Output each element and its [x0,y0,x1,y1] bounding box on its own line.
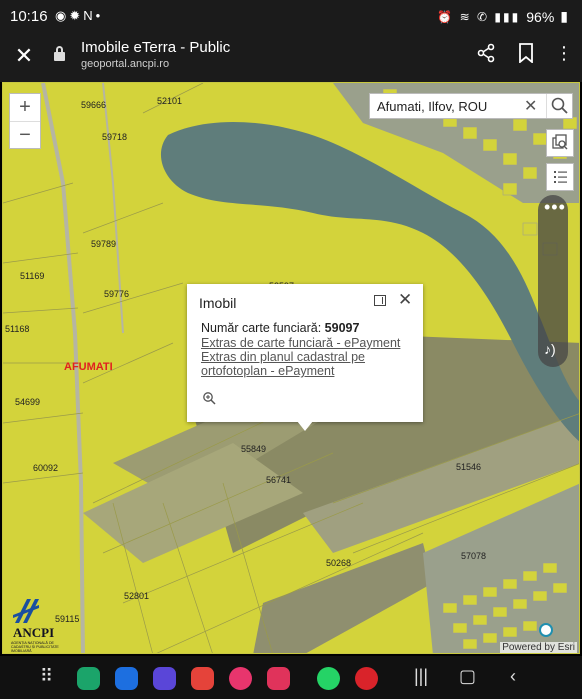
popup-title: Imobil [199,295,237,311]
dock-icon[interactable] [374,295,386,306]
logo-subtext: AGENȚIA NAȚIONALĂ DE CADASTRU ȘI PUBLICI… [11,641,59,653]
parcel-label[interactable]: 51546 [456,462,481,472]
recents-icon[interactable]: ||| [414,666,428,687]
parcel-label[interactable]: 52101 [157,96,182,106]
ancpi-logo: ANCPI AGENȚIA NAȚIONALĂ DE CADASTRU ȘI P… [9,595,71,653]
ancpi-logo-mark [13,599,39,623]
parcel-label[interactable]: 59789 [91,239,116,249]
layer-search-button[interactable] [546,129,574,157]
search-button[interactable] [546,94,573,118]
page-url[interactable]: geoportal.ancpi.ro [81,58,169,70]
phone-app-icon[interactable] [77,667,100,690]
apps-grid-icon[interactable]: ⠿ [40,666,53,687]
flower-app-icon[interactable] [229,667,252,690]
zoom-out-button[interactable]: − [10,121,40,148]
red-app-icon[interactable] [355,667,378,690]
whatsapp-app-icon[interactable] [317,667,340,690]
town-label: AFUMATI [64,361,113,373]
n-icon: N [83,8,96,23]
zoom-controls: + − [9,93,41,149]
parcel-label[interactable]: 59718 [102,132,127,142]
home-icon[interactable]: ▢ [459,666,476,687]
cf-label: Număr carte funciară: [201,321,322,335]
zoom-to-icon[interactable] [202,391,216,405]
dot-icon: • [95,8,104,23]
navigation-bar: ⠿ ||| ▢ ‹ [0,656,582,699]
cadastral-plan-link-cont[interactable]: ortofotoplan - ePayment [201,364,334,378]
notes-app-icon[interactable] [191,667,214,690]
search-box: Afumati, Ilfov, ROU ✕ [369,93,573,119]
share-icon[interactable] [474,43,498,68]
bookmark-icon[interactable] [514,43,538,68]
zoom-in-button[interactable]: + [10,94,40,121]
parcel-label[interactable]: 60092 [33,463,58,473]
close-icon[interactable]: ✕ [12,43,36,69]
gear-icon: ✹ [69,8,84,23]
clock: 10:16 [10,8,48,25]
search-input[interactable]: Afumati, Ilfov, ROU [377,99,487,114]
parcel-label[interactable]: 59776 [104,289,129,299]
list-icon [554,171,567,183]
parcel-label[interactable]: 57078 [461,551,486,561]
layers-search-icon [552,134,568,150]
messages-app-icon[interactable] [115,667,138,690]
parcel-label[interactable]: 56741 [266,475,291,485]
audio-icon[interactable]: ♪) [544,341,556,357]
parcel-label[interactable]: 54699 [15,397,40,407]
lock-icon[interactable] [54,46,65,62]
battery-level: 96% [526,8,555,25]
browser-app-icon[interactable] [153,667,176,690]
cadastral-plan-link[interactable]: Extras din planul cadastral pe [201,350,365,364]
parcel-label[interactable]: 59666 [81,100,106,110]
back-icon[interactable]: ‹ [510,666,516,687]
more-dots-icon[interactable]: ••• [544,197,566,218]
cf-number: Număr carte funciară: 59097 [201,321,359,335]
search-icon [551,97,568,114]
browser-toolbar: ✕ Imobile eTerra - Public geoportal.ancp… [0,34,582,82]
status-icons-right: ⏰ ≋ ✆ ▮▮▮ 96% ▮ [437,8,568,25]
parcel-label[interactable]: 51169 [20,271,44,281]
popup-close-icon[interactable]: ✕ [398,290,412,310]
cf-value: 59097 [324,321,360,335]
notification-icon: ◉ [55,8,70,23]
signal-icon: ⏰ ≋ ✆ ▮▮▮ [437,9,521,24]
logo-text: ANCPI [13,625,55,640]
parcel-label[interactable]: 55849 [241,444,266,454]
popup-pointer [297,421,313,431]
status-bar: 10:16 ◉✹N• ⏰ ≋ ✆ ▮▮▮ 96% ▮ [0,0,582,34]
battery-icon: ▮ [560,8,568,24]
locate-icon[interactable] [539,623,553,637]
cf-extract-link[interactable]: Extras de carte funciară - ePayment [201,336,400,350]
parcel-popup: Imobil ✕ Număr carte funciară: 59097 Ext… [187,284,423,431]
parcel-label[interactable]: 52801 [124,591,149,601]
status-icons-left: ◉✹N• [55,8,103,24]
legend-button[interactable] [546,163,574,191]
parcel-label[interactable]: 50268 [326,558,351,568]
page-title: Imobile eTerra - Public [81,39,231,56]
edge-panel-handle[interactable]: ••• ♪) [538,195,568,367]
attribution[interactable]: Powered by Esri [500,642,577,653]
clear-icon[interactable]: ✕ [524,96,537,116]
parcel-label[interactable]: 51168 [5,324,29,334]
camera-app-icon[interactable] [267,667,290,690]
more-vert-icon[interactable]: ⋮ [552,43,576,64]
map-view[interactable]: 59666 52101 59718 59789 51169 59776 5116… [2,82,580,654]
